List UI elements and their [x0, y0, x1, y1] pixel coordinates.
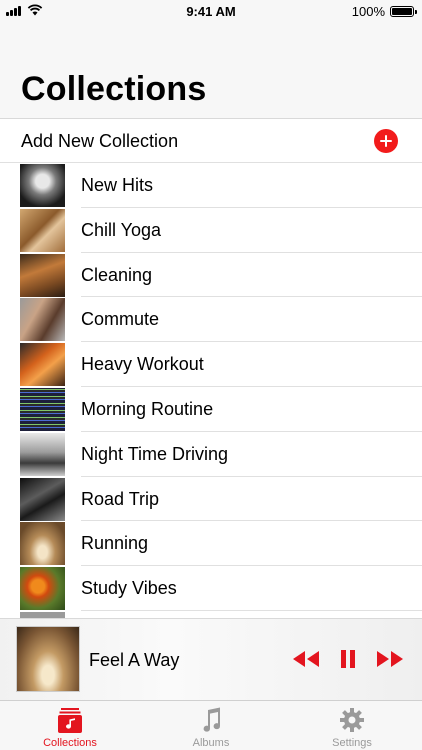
collection-item-partial[interactable] [0, 611, 422, 618]
collection-label: Morning Routine [81, 398, 214, 419]
battery-status: 100% [351, 4, 417, 19]
collection-thumbnail [20, 432, 65, 476]
collection-item-night-time-driving[interactable]: Night Time Driving [0, 432, 422, 477]
collection-thumbnail [20, 477, 65, 521]
tab-label: Albums [192, 737, 230, 749]
tab-label: Collections [43, 737, 97, 749]
collection-thumbnail [20, 343, 65, 387]
music-note-icon [203, 707, 221, 732]
collection-thumbnail [20, 208, 65, 252]
collection-label: Study Vibes [81, 578, 177, 599]
collection-label: Night Time Driving [81, 443, 229, 464]
collections-icon [58, 708, 82, 733]
gear-icon [340, 708, 364, 732]
collection-list[interactable]: New Hits Chill Yoga Cleaning Commute Hea… [0, 163, 422, 618]
collection-label: Cleaning [81, 264, 153, 285]
collection-label: Running [81, 533, 149, 554]
collection-item-road-trip[interactable]: Road Trip [0, 477, 422, 522]
now-playing-title: Feel A Way [89, 650, 180, 670]
collection-thumbnail [20, 253, 65, 297]
fast-forward-icon[interactable] [376, 650, 404, 668]
collection-item-running[interactable]: Running [0, 521, 422, 567]
collection-label: Commute [81, 309, 160, 330]
collection-thumbnail [20, 567, 65, 611]
collection-thumbnail [20, 387, 65, 431]
tab-label: Settings [332, 737, 372, 749]
collection-item-chill-yoga[interactable]: Chill Yoga [0, 208, 422, 253]
collection-thumbnail [20, 298, 65, 342]
tab-settings[interactable]: Settings [282, 701, 422, 750]
battery-icon [390, 6, 417, 17]
page-title: Collections [21, 70, 207, 108]
playback-controls [292, 649, 404, 669]
collection-item-commute[interactable]: Commute [0, 297, 422, 343]
navigation-header: Collections [0, 22, 422, 119]
pause-icon[interactable] [340, 649, 356, 669]
rewind-icon[interactable] [292, 650, 320, 668]
tab-bar: Collections Albums Settings [0, 700, 422, 750]
collection-item-morning-routine[interactable]: Morning Routine [0, 387, 422, 432]
now-playing-artwork [16, 626, 80, 692]
collection-item-new-hits[interactable]: New Hits [0, 163, 422, 208]
collection-thumbnail [20, 164, 65, 207]
collection-label: Chill Yoga [81, 219, 162, 240]
collection-label: Road Trip [81, 488, 160, 509]
add-collection-button[interactable] [374, 129, 398, 153]
collection-item-cleaning[interactable]: Cleaning [0, 253, 422, 298]
tab-collections[interactable]: Collections [0, 701, 140, 750]
collection-label: Heavy Workout [81, 354, 204, 375]
collection-item-study-vibes[interactable]: Study Vibes [0, 566, 422, 611]
collection-thumbnail [20, 522, 65, 566]
mini-player[interactable]: Feel A Way [0, 618, 422, 700]
battery-percentage: 100% [351, 4, 385, 19]
add-collection-label: Add New Collection [21, 131, 179, 151]
status-bar: 9:41 AM 100% [0, 0, 422, 22]
tab-albums[interactable]: Albums [141, 701, 281, 750]
add-collection-row[interactable]: Add New Collection [0, 119, 422, 163]
collection-label: New Hits [81, 175, 154, 195]
collection-item-heavy-workout[interactable]: Heavy Workout [0, 342, 422, 387]
